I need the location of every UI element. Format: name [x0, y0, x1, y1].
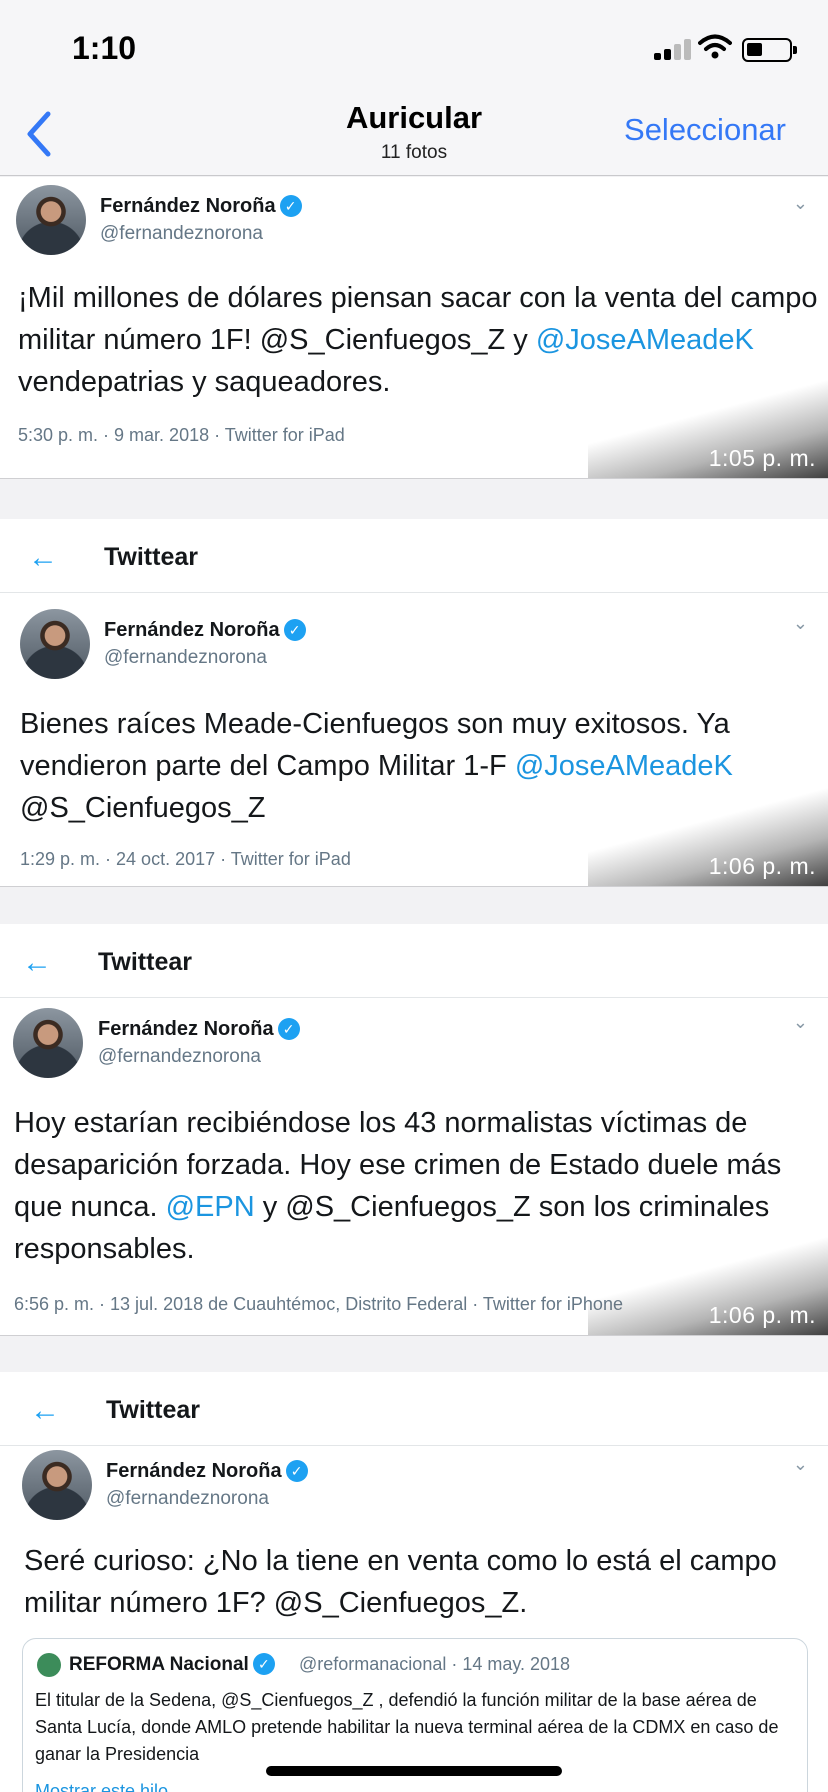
author-handle: @fernandeznorona [98, 1046, 261, 1067]
tweet-header: ← Twittear [0, 1372, 828, 1446]
back-arrow-icon[interactable]: ← [28, 541, 58, 575]
author-name: Fernández Noroña ✓ [98, 1018, 300, 1041]
avatar [20, 609, 90, 679]
author-name: Fernández Noroña ✓ [106, 1460, 308, 1483]
author-handle: @fernandeznorona [104, 647, 267, 668]
tweet-header-title: Twittear [104, 543, 198, 571]
battery-icon [742, 38, 797, 62]
back-arrow-icon[interactable]: ← [22, 946, 52, 980]
select-button[interactable]: Seleccionar [624, 112, 786, 148]
photo-tweet-2[interactable]: ← Twittear Fernández Noroña ✓ @fernandezn… [0, 519, 828, 887]
screenshot-time: 1:06 p. m. [708, 1302, 816, 1328]
tweet-meta: 1:29 p. m. · 24 oct. 2017 · Twitter for … [20, 849, 351, 869]
quoted-handle-date: @reformanacional · 14 may. 2018 [299, 1654, 571, 1674]
home-indicator[interactable] [266, 1766, 562, 1776]
tweet-text: Seré curioso: ¿No la tiene en venta como… [24, 1545, 777, 1619]
screenshot-time: 1:05 p. m. [708, 445, 816, 471]
tweet-header-title: Twittear [98, 948, 192, 976]
author-handle: @fernandeznorona [100, 223, 263, 244]
author-handle: @fernandeznorona [106, 1488, 269, 1509]
back-arrow-icon[interactable]: ← [30, 1394, 60, 1428]
show-thread-link[interactable]: Mostrar este hilo [35, 1781, 168, 1792]
verified-badge-icon: ✓ [279, 195, 302, 217]
author-name: Fernández Noroña ✓ [104, 619, 306, 642]
avatar [13, 1008, 83, 1078]
quoted-text: El titular de la Sedena, @S_Cienfuegos_Z… [35, 1690, 779, 1764]
photo-tweet-1[interactable]: Fernández Noroña ✓ @fernandeznorona ⌄ ¡Mi… [0, 177, 828, 479]
verified-badge-icon: ✓ [285, 1460, 308, 1482]
wifi-icon [698, 34, 732, 59]
screenshot-time: 1:06 p. m. [708, 853, 816, 879]
tweet-meta: 5:30 p. m. · 9 mar. 2018 · Twitter for i… [18, 425, 345, 445]
status-bar: 1:10 [0, 0, 828, 96]
tweet-header: ← Twittear [0, 519, 828, 593]
avatar [16, 185, 86, 255]
navigation-bar: Auricular 11 fotos Seleccionar [0, 96, 828, 176]
chevron-down-icon[interactable]: ⌄ [793, 193, 808, 214]
tweet-header: ← Twittear [0, 924, 828, 998]
chevron-down-icon[interactable]: ⌄ [793, 1454, 808, 1475]
verified-badge-icon: ✓ [277, 1018, 300, 1040]
tweet-meta: 6:56 p. m. · 13 jul. 2018 de Cuauhtémoc,… [14, 1294, 623, 1314]
tweet-header-title: Twittear [106, 1396, 200, 1424]
reforma-logo-icon [37, 1653, 61, 1677]
status-time: 1:10 [72, 30, 137, 66]
author-name: Fernández Noroña ✓ [100, 195, 302, 218]
verified-badge-icon: ✓ [252, 1653, 275, 1675]
photo-tweet-3[interactable]: ← Twittear Fernández Noroña ✓ @fernandezn… [0, 924, 828, 1336]
chevron-down-icon[interactable]: ⌄ [793, 1012, 808, 1033]
cellular-signal-icon [654, 38, 692, 60]
quoted-author-name: REFORMA Nacional ✓ [69, 1653, 275, 1676]
chevron-down-icon[interactable]: ⌄ [793, 613, 808, 634]
verified-badge-icon: ✓ [283, 619, 306, 641]
avatar [22, 1450, 92, 1520]
